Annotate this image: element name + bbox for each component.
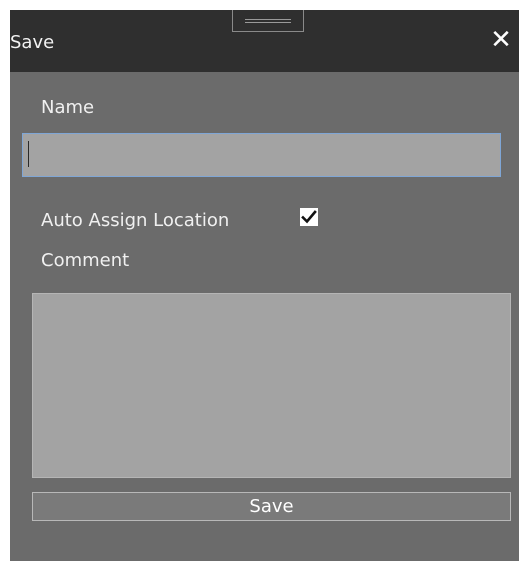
name-input[interactable]	[22, 133, 501, 177]
auto-assign-location-label: Auto Assign Location	[41, 210, 230, 231]
save-button[interactable]: Save	[32, 492, 511, 521]
save-dialog: Save ✕	[10, 10, 519, 561]
auto-assign-location-checkbox[interactable]	[300, 208, 318, 226]
close-icon: ✕	[490, 25, 512, 55]
text-caret	[28, 141, 29, 167]
name-label: Name	[41, 97, 95, 118]
title-bar[interactable]: Save ✕	[10, 10, 519, 72]
comment-label: Comment	[41, 250, 130, 271]
drag-handle-icon[interactable]	[232, 10, 304, 32]
close-button[interactable]: ✕	[489, 26, 513, 54]
checkmark-icon	[301, 210, 317, 224]
comment-textarea[interactable]	[32, 293, 511, 478]
dialog-title: Save	[10, 32, 55, 53]
